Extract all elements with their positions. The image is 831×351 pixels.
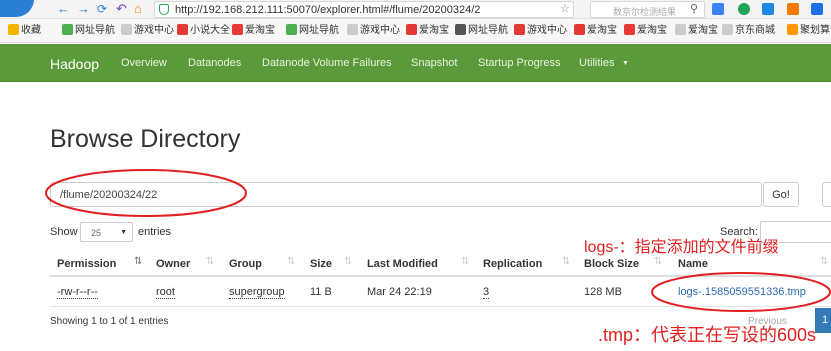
tmp-suffix-annotation: .tmp：代表正在写设的600s (598, 325, 817, 345)
file-name-highlight-ellipse (651, 272, 831, 312)
logs-prefix-annotation: logs-：指定添加的文件前缀 (584, 239, 779, 256)
annotation-overlay (45, 169, 831, 312)
path-highlight-ellipse (45, 169, 247, 217)
